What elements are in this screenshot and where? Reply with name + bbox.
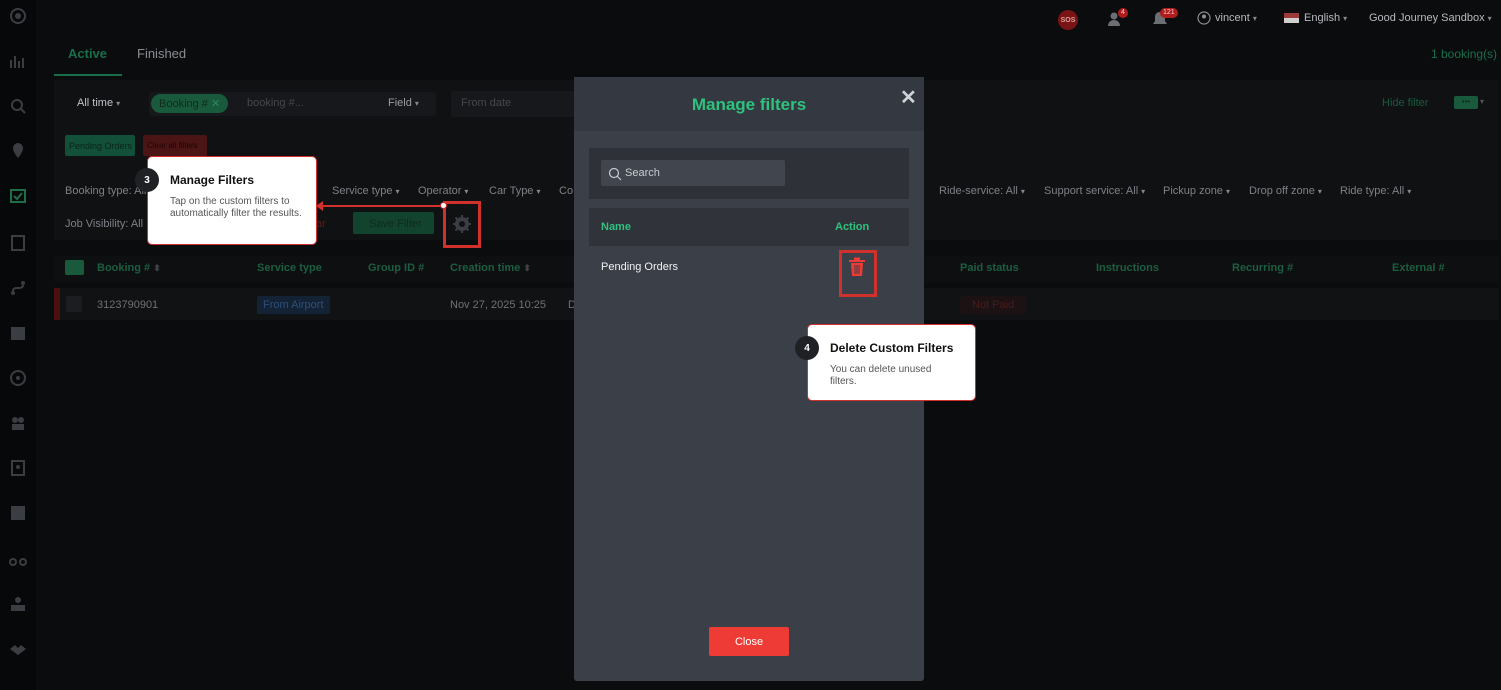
notifications-badge: 121 bbox=[1160, 8, 1178, 18]
col-booking[interactable]: Booking # ⬍ bbox=[97, 262, 161, 274]
handshake-icon[interactable] bbox=[8, 639, 28, 659]
chip-remove-icon[interactable]: ✕ bbox=[211, 98, 220, 110]
more-options-chevron-icon: ▾ bbox=[1480, 97, 1485, 106]
callout-manage-filters: 3 Manage Filters Tap on the custom filte… bbox=[135, 156, 317, 245]
top-bar bbox=[36, 0, 1501, 38]
us-flag-icon bbox=[1284, 13, 1299, 23]
col-service-type[interactable]: Service type bbox=[257, 262, 322, 274]
bookings-icon[interactable] bbox=[8, 186, 28, 206]
hide-filter-link[interactable]: Hide filter bbox=[1382, 97, 1428, 109]
field-select[interactable]: Field bbox=[388, 97, 419, 109]
booking-chip[interactable]: Booking # ✕ bbox=[151, 94, 229, 113]
search-placeholder: Search bbox=[625, 167, 660, 179]
company-menu[interactable]: Good Journey Sandbox bbox=[1369, 12, 1492, 24]
user-avatar-icon[interactable] bbox=[1197, 11, 1211, 28]
search-icon bbox=[608, 167, 622, 181]
sidebar bbox=[0, 0, 36, 690]
booking-chip-label: Booking # bbox=[159, 98, 208, 110]
support-service-filter[interactable]: Support service: All bbox=[1044, 185, 1145, 197]
from-date-placeholder: From date bbox=[461, 97, 512, 109]
store-icon[interactable] bbox=[8, 503, 28, 523]
save-filter-label: Save Filter bbox=[369, 218, 422, 230]
user-menu[interactable]: vincent bbox=[1215, 12, 1257, 24]
saved-filter-name[interactable]: Pending Orders bbox=[601, 261, 678, 273]
users-badge: 4 bbox=[1118, 8, 1128, 18]
modal-header: Manage filters ✕ bbox=[574, 77, 924, 131]
id-card-icon[interactable] bbox=[8, 458, 28, 478]
service-type-filter[interactable]: Service type bbox=[332, 185, 400, 197]
car-type-filter[interactable]: Car Type bbox=[489, 185, 540, 197]
route-icon[interactable] bbox=[8, 278, 28, 298]
col-group-id[interactable]: Group ID # bbox=[368, 262, 424, 274]
filters-list-header: Name Action bbox=[589, 208, 909, 246]
bike-icon[interactable] bbox=[8, 548, 28, 568]
col-external[interactable]: External # bbox=[1392, 262, 1445, 274]
language-menu[interactable]: English bbox=[1304, 12, 1347, 24]
callout-step-number: 4 bbox=[795, 336, 819, 360]
search-icon[interactable] bbox=[8, 96, 28, 116]
modal-search-input[interactable]: Search bbox=[601, 160, 785, 186]
saved-filter-chip-label: Pending Orders bbox=[69, 141, 133, 151]
pickup-zone-filter[interactable]: Pickup zone bbox=[1163, 185, 1230, 197]
col-action: Action bbox=[835, 221, 870, 233]
row-paid-status-badge: Not Paid bbox=[960, 296, 1027, 314]
ride-type-filter[interactable]: Ride type: All bbox=[1340, 185, 1411, 197]
close-button[interactable]: Close bbox=[709, 627, 789, 656]
job-visibility-filter[interactable]: Job Visibility: All bbox=[65, 218, 143, 230]
callout-body: Tap on the custom filters to automatical… bbox=[170, 196, 302, 219]
sos-button[interactable]: SOS bbox=[1058, 10, 1078, 30]
callout-title: Manage Filters bbox=[170, 173, 255, 187]
callout-connector-line bbox=[320, 205, 443, 207]
callout-delete-filters: 4 Delete Custom Filters You can delete u… bbox=[795, 324, 976, 401]
col-creation-time-label: Creation time bbox=[450, 262, 521, 274]
booking-input[interactable]: booking #... bbox=[247, 97, 304, 109]
ride-service-filter[interactable]: Ride-service: All bbox=[939, 185, 1025, 197]
col-recurring[interactable]: Recurring # bbox=[1232, 262, 1293, 274]
users-icon[interactable] bbox=[8, 413, 28, 433]
callout-body: You can delete unused filters. bbox=[830, 364, 932, 387]
job-visibility-label: Job Visibility: All bbox=[65, 218, 144, 230]
sort-icon[interactable]: ⬍ bbox=[523, 263, 531, 273]
callout-arrow-icon bbox=[316, 201, 323, 211]
co-filter[interactable]: Co bbox=[559, 185, 573, 197]
col-paid-status[interactable]: Paid status bbox=[960, 262, 1019, 274]
active-tab-indicator bbox=[54, 74, 122, 76]
dropoff-zone-filter[interactable]: Drop off zone bbox=[1249, 185, 1322, 197]
row-creation-time: Nov 27, 2025 10:25 bbox=[450, 299, 547, 311]
column-settings-icon[interactable] bbox=[65, 260, 84, 275]
row-booking-number[interactable]: 3123790901 bbox=[97, 299, 158, 311]
calendar-icon[interactable] bbox=[8, 323, 28, 343]
col-name: Name bbox=[601, 221, 631, 233]
tab-active[interactable]: Active bbox=[68, 46, 107, 61]
team-icon[interactable] bbox=[8, 594, 28, 614]
clear-filter-link[interactable]: ar bbox=[316, 218, 326, 230]
col-instructions[interactable]: Instructions bbox=[1096, 262, 1159, 274]
operator-filter[interactable]: Operator bbox=[418, 185, 468, 197]
tab-finished[interactable]: Finished bbox=[137, 46, 186, 61]
callout-anchor-dot bbox=[440, 202, 447, 209]
gear-highlight-box bbox=[443, 201, 481, 248]
col-booking-label: Booking # bbox=[97, 262, 151, 274]
clear-all-filters-label: Clear all filters bbox=[147, 141, 198, 150]
more-options-button[interactable]: ••• bbox=[1454, 96, 1478, 109]
bookings-count: 1 booking(s) bbox=[1431, 47, 1498, 61]
sort-icon[interactable]: ⬍ bbox=[153, 263, 161, 273]
close-icon[interactable]: ✕ bbox=[900, 85, 917, 110]
col-creation-time[interactable]: Creation time ⬍ bbox=[450, 262, 531, 274]
steering-wheel-icon[interactable] bbox=[8, 368, 28, 388]
modal-title: Manage filters bbox=[691, 95, 807, 114]
trash-highlight-box bbox=[839, 250, 877, 297]
time-filter[interactable]: All time bbox=[77, 97, 120, 109]
chart-icon[interactable] bbox=[8, 51, 28, 71]
location-pin-icon[interactable] bbox=[8, 141, 28, 161]
callout-title: Delete Custom Filters bbox=[830, 341, 954, 355]
row-checkbox[interactable] bbox=[66, 296, 82, 312]
callout-step-number: 3 bbox=[135, 168, 159, 192]
document-icon[interactable] bbox=[8, 233, 28, 253]
row-status-marker bbox=[54, 288, 60, 320]
row-service-type-badge: From Airport bbox=[257, 296, 330, 314]
logo-icon[interactable] bbox=[8, 6, 28, 26]
modal-search-panel: Search bbox=[589, 148, 909, 199]
